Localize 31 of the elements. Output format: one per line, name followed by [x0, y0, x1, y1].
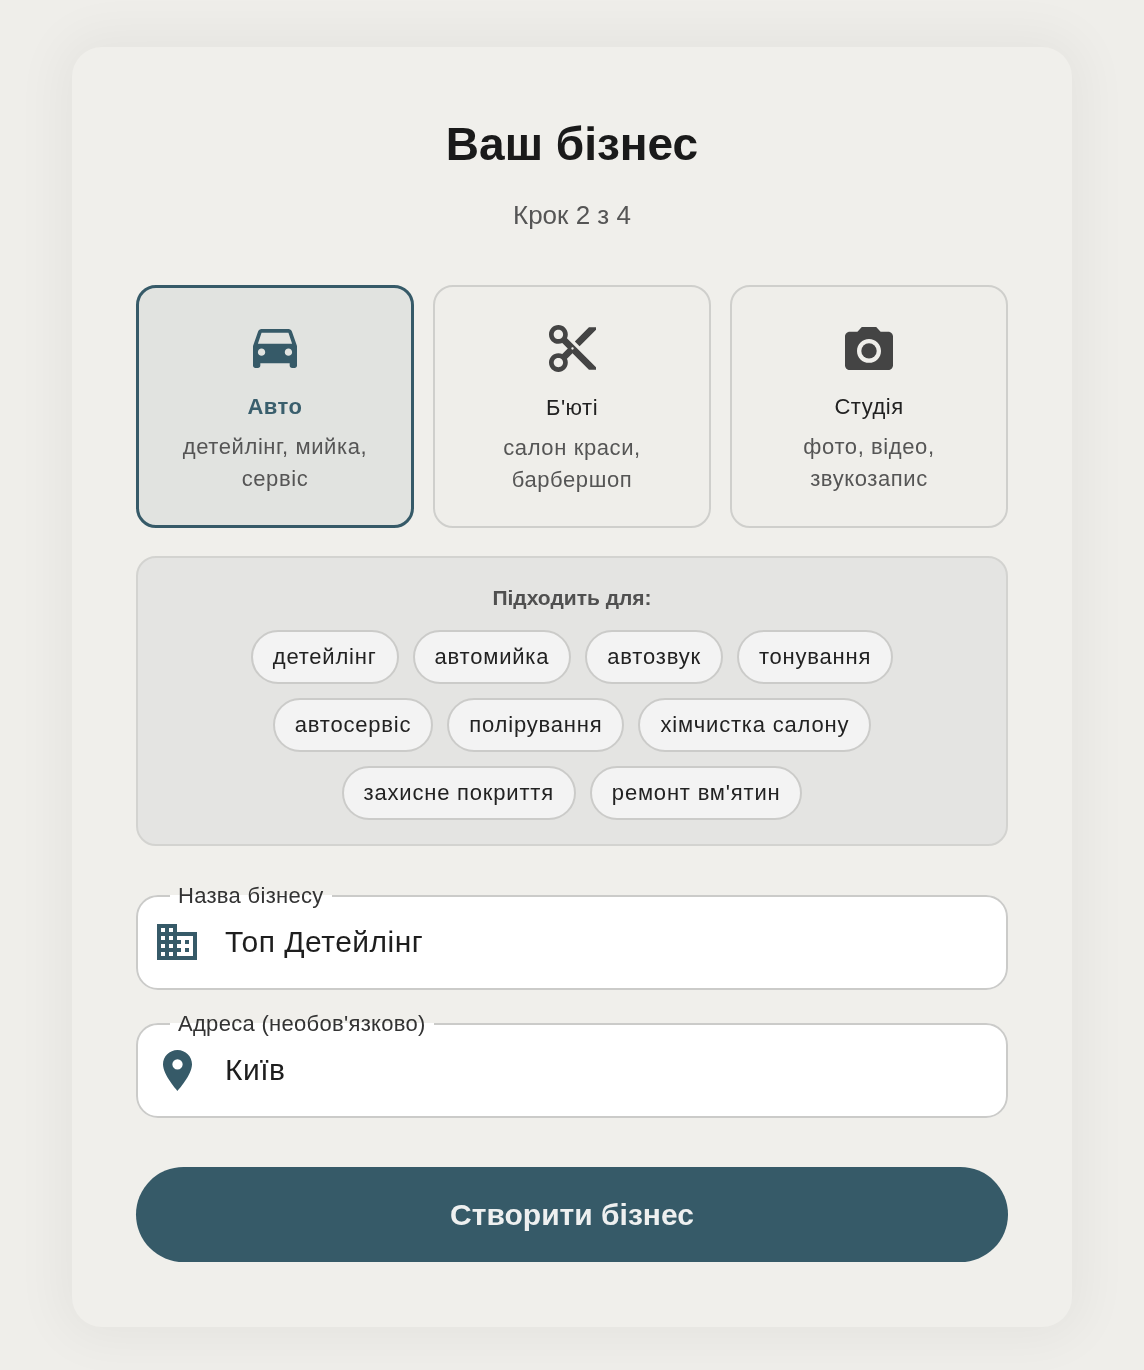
category-description: детейлінг, мийка, сервіс	[181, 433, 369, 493]
tag: тонування	[736, 630, 894, 684]
category-title: Студія	[834, 393, 904, 421]
tag: автозвук	[585, 630, 723, 684]
location-pin-icon	[162, 1049, 192, 1091]
tag: автосервіс	[272, 698, 434, 752]
tag: хімчистка салону	[638, 698, 872, 752]
building-icon	[157, 924, 197, 960]
tag: полірування	[447, 698, 625, 752]
create-button[interactable]: Створити бізнес	[136, 1167, 1008, 1262]
category-description: фото, відео, звукозапис	[802, 433, 936, 493]
car-icon	[253, 328, 297, 368]
field-label: Назва бізнесу	[177, 883, 325, 909]
step-indicator: Крок 2 з 4	[513, 199, 631, 231]
category-card[interactable]: Студія фото, відео, звукозапис	[730, 285, 1008, 528]
category-description: салон краси, барбершоп	[502, 434, 642, 494]
category-title: Б'юті	[545, 394, 599, 422]
category-card[interactable]: Б'юті салон краси, барбершоп	[433, 285, 711, 528]
tag: захисне покриття	[341, 766, 576, 820]
page-title: Ваш бізнес	[445, 117, 699, 172]
tag: ремонт вм'ятин	[589, 766, 803, 820]
field-label: Адреса (необов'язково)	[177, 1011, 427, 1037]
camera-icon	[845, 326, 893, 370]
input-field[interactable]: Київ	[225, 1048, 982, 1092]
input-field[interactable]: Топ Детейлінг	[225, 920, 982, 964]
scissors-icon	[548, 325, 596, 372]
tag: автомийка	[412, 630, 572, 684]
suggestions-heading: Підходить для:	[492, 585, 652, 611]
category-card[interactable]: Авто детейлінг, мийка, сервіс	[136, 285, 414, 528]
tag: детейлінг	[250, 630, 399, 684]
category-title: Авто	[247, 393, 303, 421]
